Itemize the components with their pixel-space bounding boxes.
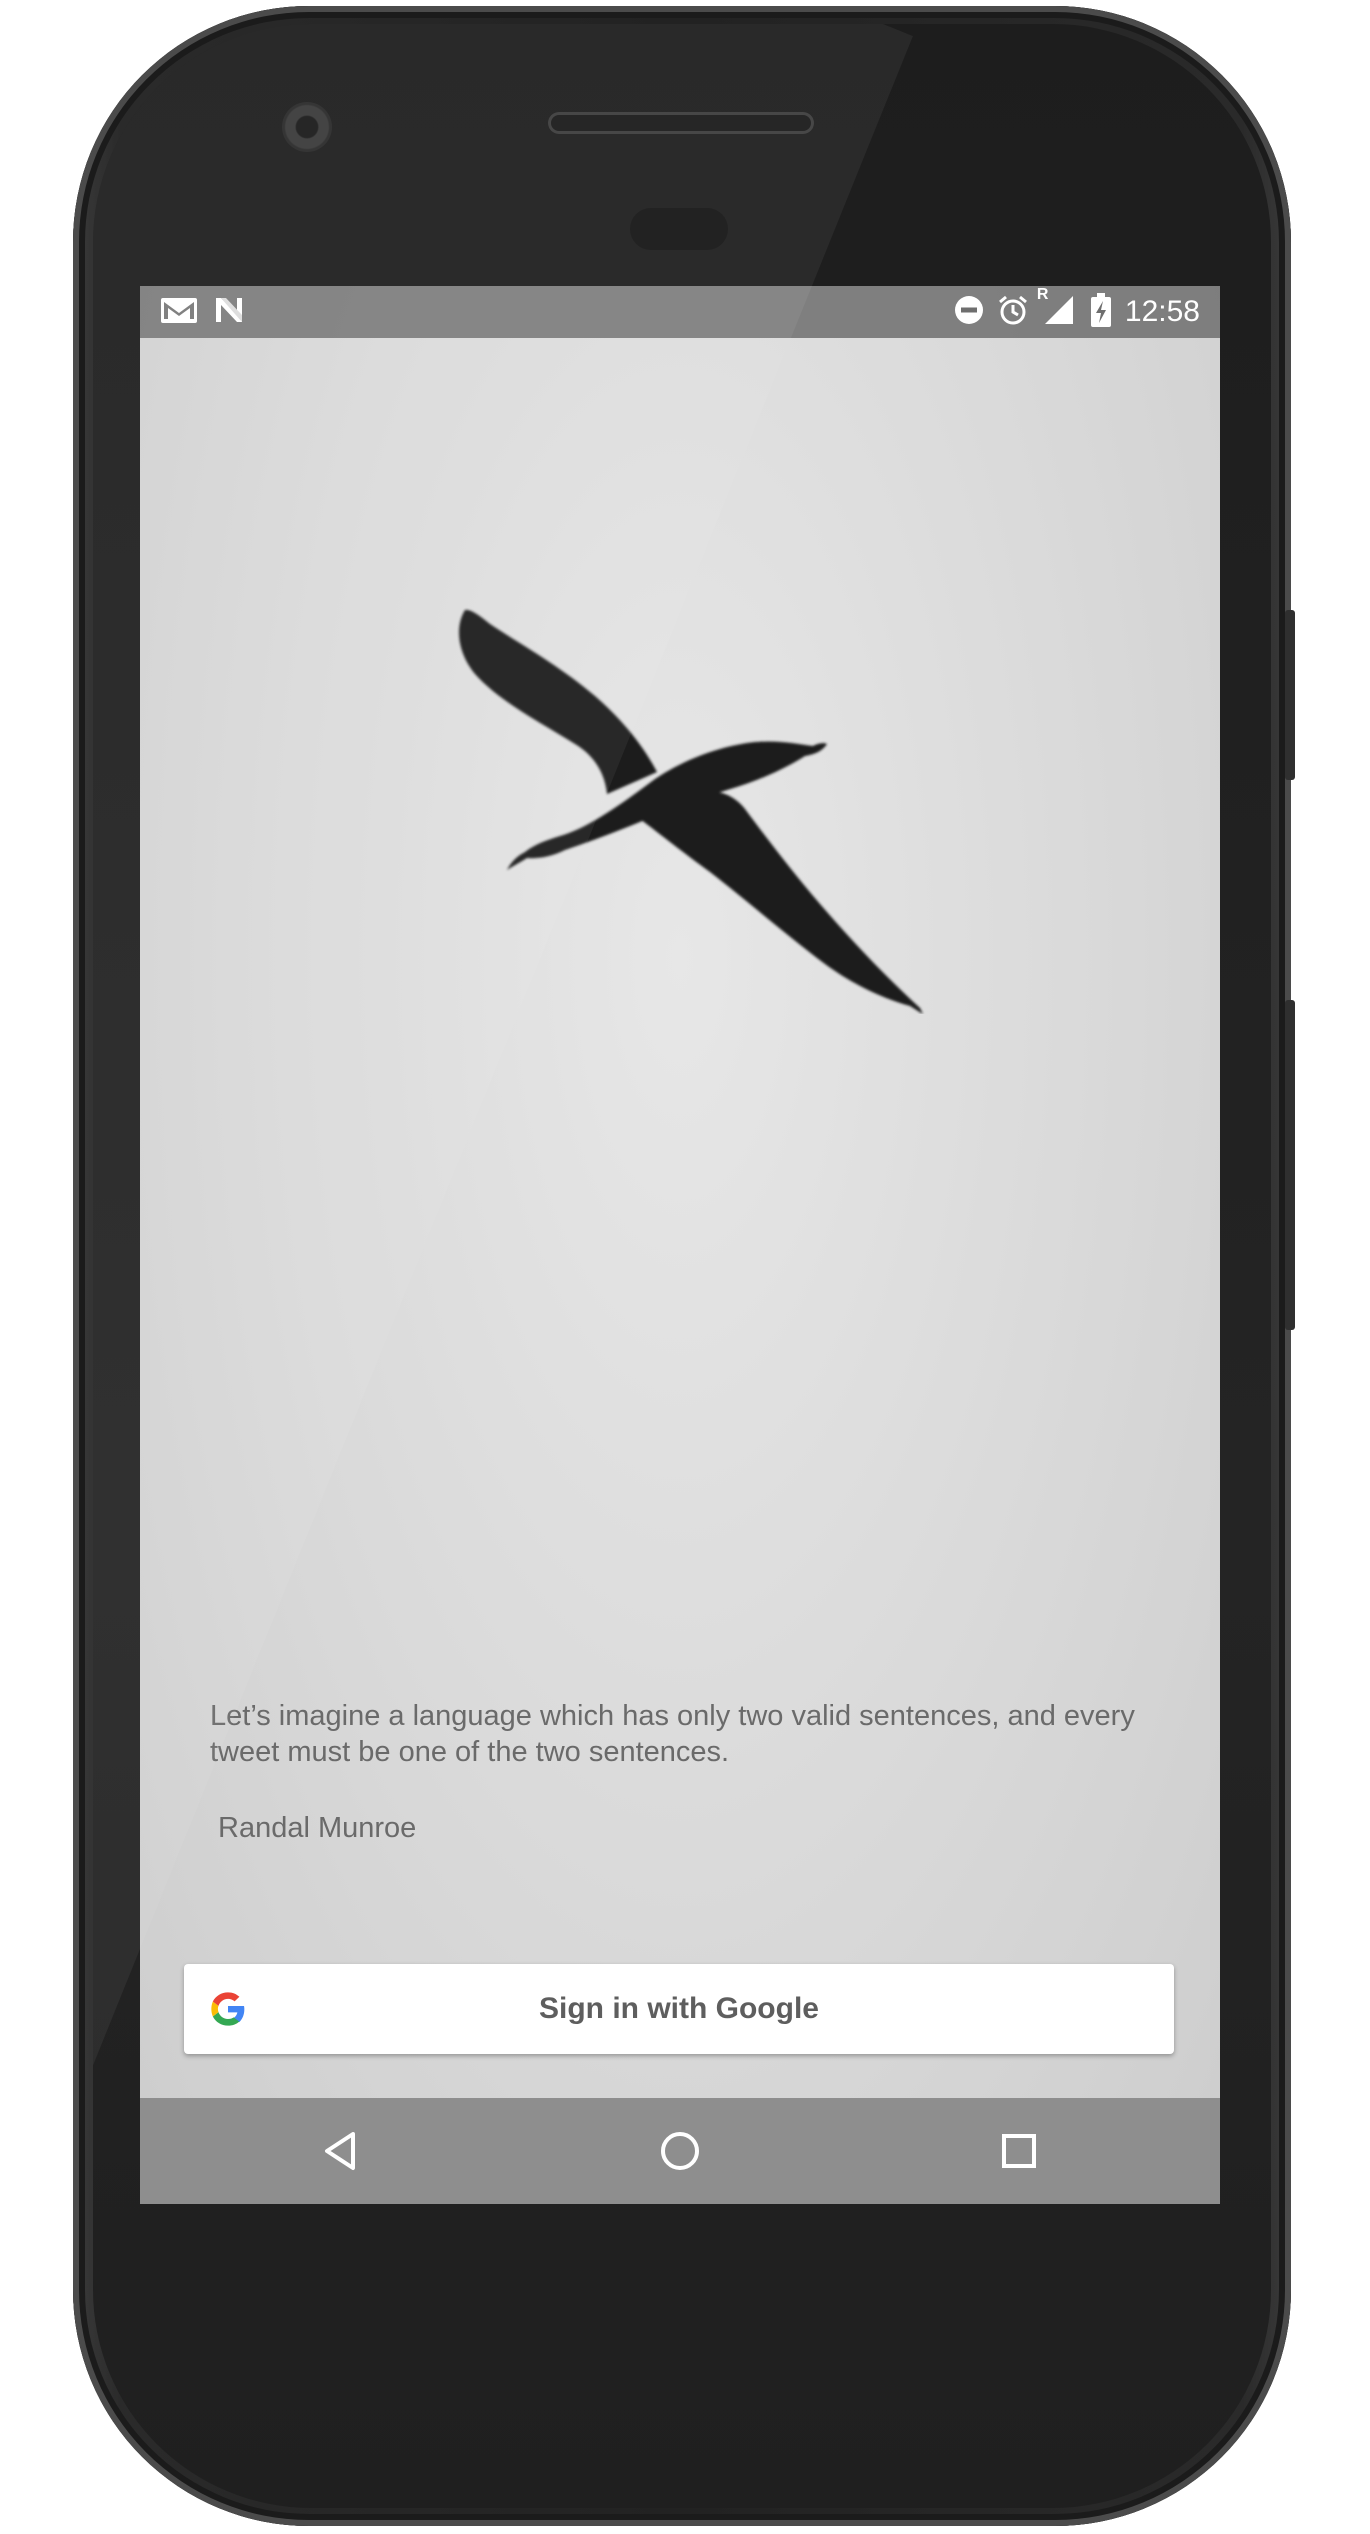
status-right-icons: R 12:58 [953,286,1200,331]
back-icon [325,2132,355,2170]
power-button [1285,610,1295,780]
quote-text: Let’s imagine a language which has only … [210,1700,1135,1768]
back-button[interactable] [306,2116,376,2186]
recents-button[interactable] [984,2116,1054,2186]
sign-in-with-google-button[interactable]: Sign in with Google [184,1964,1174,2054]
home-button[interactable] [645,2116,715,2186]
battery-charging-icon [1089,292,1113,332]
roaming-label: R [1036,286,1049,303]
navigation-bar [140,2098,1220,2204]
home-icon [661,2132,699,2170]
quote-author: Randal Munroe [218,1812,417,1844]
status-left-icons [160,296,246,328]
device-stage: R 12:58 Let’s imagine a language which h… [0,0,1370,2534]
volume-button [1285,1000,1295,1330]
recents-icon [1002,2134,1036,2168]
front-camera [282,102,332,152]
app-screen: R 12:58 Let’s imagine a language which h… [140,286,1220,2204]
sign-in-label: Sign in with Google [539,1992,819,2025]
seagull-image [459,609,923,1014]
status-time: 12:58 [1124,295,1200,328]
earpiece-speaker [548,112,814,134]
signal-roaming-icon: R [1037,286,1077,331]
alarm-icon [997,294,1029,331]
proximity-sensor [630,208,728,250]
n-icon [212,295,246,330]
status-bar: R 12:58 [140,286,1220,338]
gmail-icon [160,295,198,330]
do-not-disturb-icon [953,294,985,331]
